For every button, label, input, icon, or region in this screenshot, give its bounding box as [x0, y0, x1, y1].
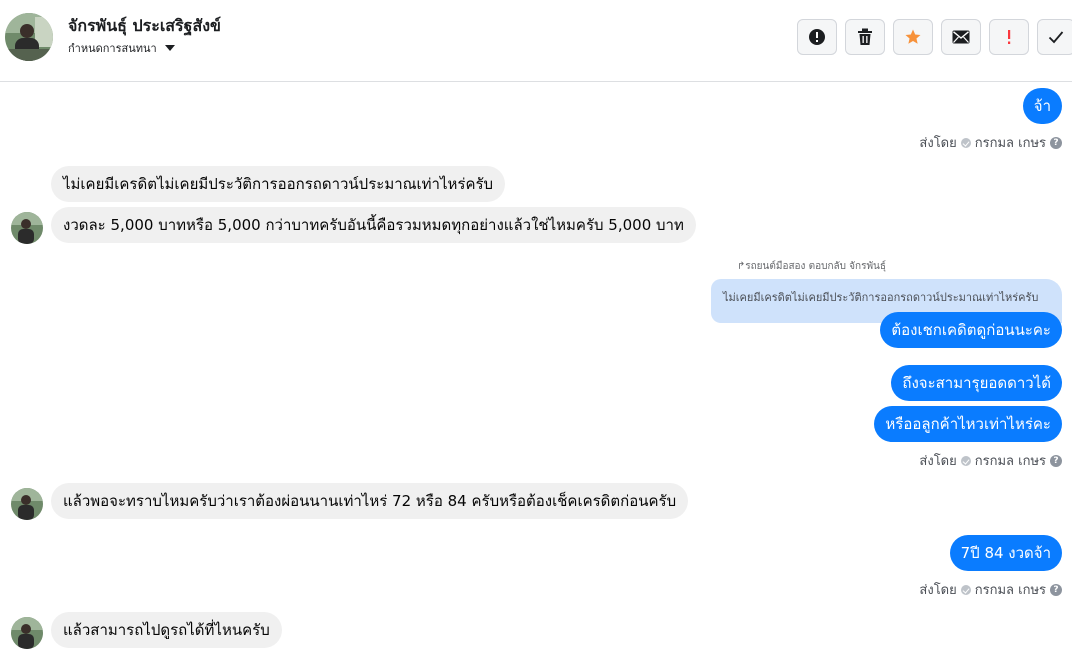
star-icon	[905, 29, 921, 44]
sent-by-label: ส่งโดย	[919, 136, 957, 151]
verified-icon	[960, 584, 971, 595]
sender-avatar[interactable]	[11, 212, 43, 244]
sent-by-label: ส่งโดย	[919, 454, 957, 469]
outgoing-message[interactable]: ถึงจะสามารุยอดดาวได้	[891, 365, 1062, 401]
reply-arrow-icon: ↱	[736, 261, 746, 272]
alert-button[interactable]	[797, 19, 837, 55]
assign-label: กำหนดการสนทนา	[68, 42, 157, 55]
done-button[interactable]	[1037, 19, 1072, 55]
outgoing-message[interactable]: จ้า	[1022, 88, 1062, 124]
star-button[interactable]	[893, 19, 933, 55]
spam-button[interactable]	[989, 19, 1029, 55]
help-icon[interactable]: ?	[1050, 583, 1062, 596]
sent-by-info: ส่งโดย กรกมล เกษร ?	[919, 132, 1062, 153]
reply-context: ↱รถยนต์มือสอง ตอบกลับ จักรพันธุ์	[737, 259, 886, 274]
alert-circle-icon	[809, 29, 825, 45]
delete-button[interactable]	[845, 19, 885, 55]
sent-by-name: กรกมล เกษร	[974, 583, 1046, 598]
assign-conversation-dropdown[interactable]: กำหนดการสนทนา	[68, 39, 175, 57]
sent-by-info: ส่งโดย กรกมล เกษร ?	[919, 579, 1062, 600]
outgoing-message[interactable]: ต้องเชกเคดิตดูก่อนนะคะ	[880, 312, 1062, 348]
contact-avatar[interactable]	[5, 13, 53, 61]
incoming-message[interactable]: ไม่เคยมีเครดิตไม่เคยมีประวัติการออกรถดาว…	[51, 166, 506, 202]
sent-by-name: กรกมล เกษร	[974, 136, 1046, 151]
mark-unread-button[interactable]	[941, 19, 981, 55]
reply-context-text: รถยนต์มือสอง ตอบกลับ จักรพันธุ์	[745, 261, 886, 272]
trash-icon	[858, 28, 872, 45]
sender-avatar[interactable]	[11, 617, 43, 649]
exclamation-icon	[1008, 30, 1011, 44]
sent-by-info: ส่งโดย กรกมล เกษร ?	[919, 450, 1062, 471]
verified-icon	[960, 137, 971, 148]
help-icon[interactable]: ?	[1050, 136, 1062, 149]
envelope-icon	[952, 30, 970, 44]
incoming-message[interactable]: แล้วสามารถไปดูรถได้ที่ไหนครับ	[51, 612, 282, 648]
help-icon[interactable]: ?	[1050, 454, 1062, 467]
check-icon	[1048, 31, 1064, 44]
sender-avatar[interactable]	[11, 488, 43, 520]
verified-icon	[960, 455, 971, 466]
sent-by-name: กรกมล เกษร	[974, 454, 1046, 469]
incoming-message[interactable]: งวดละ 5,000 บาทหรือ 5,000 กว่าบาทครับอัน…	[51, 207, 696, 243]
conversation-header: จักรพันธุ์ ประเสริฐสังข์ กำหนดการสนทนา	[0, 0, 1072, 82]
contact-name: จักรพันธุ์ ประเสริฐสังข์	[68, 16, 221, 35]
outgoing-message[interactable]: 7ปี 84 งวดจ้า	[949, 535, 1062, 571]
incoming-message[interactable]: แล้วพอจะทราบไหมครับว่าเราต้องผ่อนนานเท่า…	[51, 483, 689, 519]
caret-down-icon	[164, 45, 175, 51]
outgoing-message[interactable]: หรืออลูกค้าไหวเท่าไหร่คะ	[874, 406, 1062, 442]
sent-by-label: ส่งโดย	[919, 583, 957, 598]
